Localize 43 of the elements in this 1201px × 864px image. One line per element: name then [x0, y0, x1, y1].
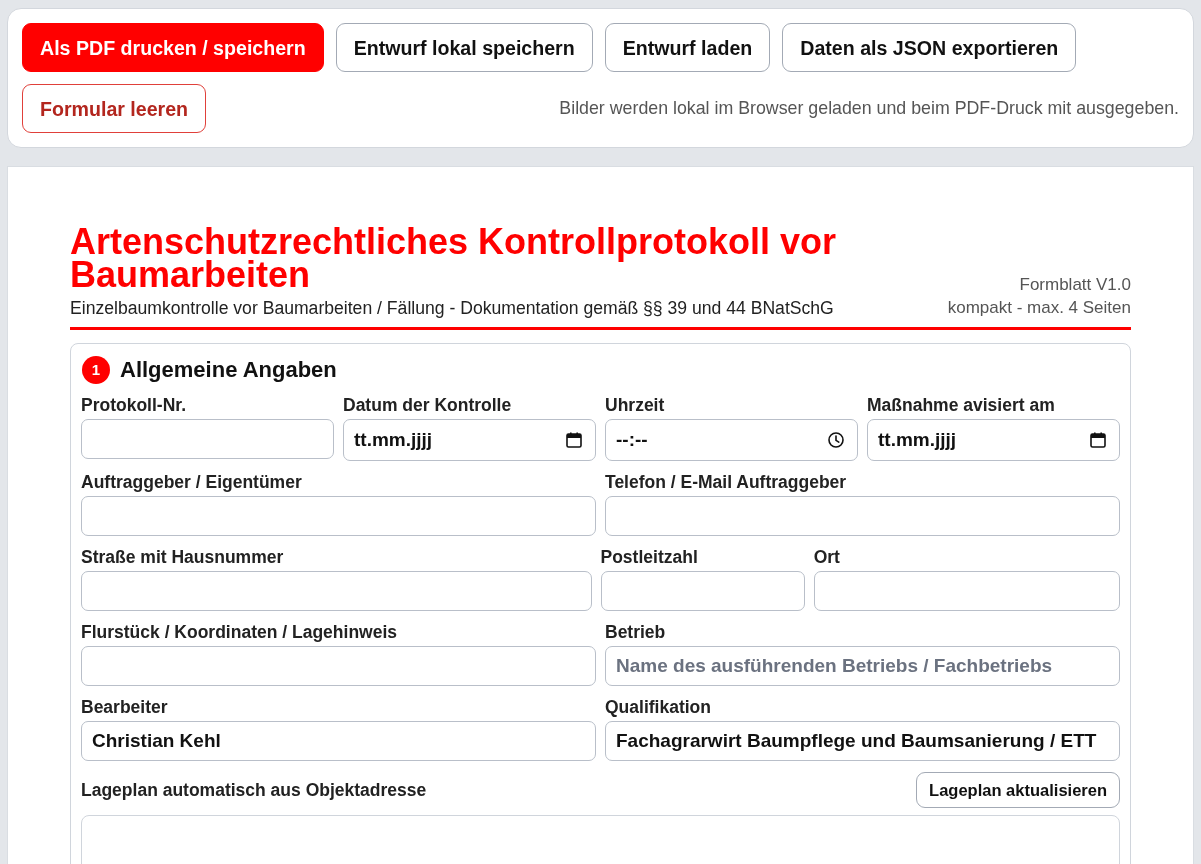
text-field[interactable]: Christian Kehl	[81, 721, 596, 761]
field-label: Auftraggeber / Eigentümer	[81, 472, 303, 492]
field-label: Flurstück / Koordinaten / Lagehinweis	[81, 622, 399, 642]
time-field[interactable]: --:--	[605, 419, 858, 461]
info-text: Bilder werden lokal im Browser geladen und beim PDF-Druck mit ausgegeben.	[559, 97, 1179, 121]
form-version: Formblatt V1.0	[1019, 274, 1131, 296]
text-field[interactable]	[81, 419, 334, 459]
section-title: Allgemeine Angaben	[120, 356, 337, 384]
field-label: Qualifikation	[605, 697, 712, 717]
text-field[interactable]	[81, 646, 596, 686]
toolbar-button[interactable]: Entwurf laden	[604, 23, 771, 72]
field-label: Betrieb	[605, 622, 667, 642]
toolbar-button[interactable]: Als PDF drucken / speichern	[22, 23, 324, 72]
text-field[interactable]	[813, 571, 1120, 611]
toolbar-button[interactable]: Daten als JSON exportieren	[782, 23, 1077, 72]
field-label: Datum der Kontrolle	[343, 395, 513, 415]
field-label: Bearbeiter	[81, 697, 169, 717]
field-label: Maßnahme avisiert am	[867, 395, 1056, 415]
form-title: Artenschutzrechtliches Kontrollprotokoll vor Baumarbeiten	[70, 225, 838, 291]
calendar-icon[interactable]	[566, 432, 582, 448]
toolbar-button[interactable]: Formular leeren	[22, 84, 207, 133]
form-subtitle: Einzelbaumkontrolle vor Baumarbeiten / Fällung - Dokumentation gemäß §§ 39 und 44 BNatSchG	[70, 297, 835, 319]
clock-icon[interactable]	[828, 432, 844, 448]
section-number: 1	[82, 356, 110, 384]
date-field[interactable]: tt.mm.jjjj	[867, 419, 1120, 461]
page-limit: kompakt - max. 4 Seiten	[947, 297, 1131, 319]
text-field[interactable]	[81, 496, 596, 536]
date-field[interactable]: tt.mm.jjjj	[343, 419, 596, 461]
text-field[interactable]	[600, 571, 805, 611]
text-field[interactable]: Fachagrarwirt Baumpflege und Baumsanierung / ETT	[605, 721, 1120, 761]
toolbar-button[interactable]: Entwurf lokal speichern	[335, 23, 593, 72]
field-label: Ort	[813, 547, 841, 567]
field-label: Postleitzahl	[600, 547, 699, 567]
text-field[interactable]: Name des ausführenden Betriebs / Fachbetriebs	[605, 646, 1120, 686]
field-label: Lageplan automatisch aus Objektadresse	[81, 780, 427, 800]
field-label: Telefon / E-Mail Auftraggeber	[605, 472, 848, 492]
field-label: Straße mit Hausnummer	[81, 547, 285, 567]
text-field[interactable]	[81, 571, 592, 611]
refresh-map-button[interactable]: Lageplan aktualisieren	[916, 772, 1120, 808]
text-field[interactable]	[605, 496, 1120, 536]
calendar-icon[interactable]	[1090, 432, 1106, 448]
field-label: Uhrzeit	[605, 395, 666, 415]
field-label: Protokoll-Nr.	[81, 395, 187, 415]
